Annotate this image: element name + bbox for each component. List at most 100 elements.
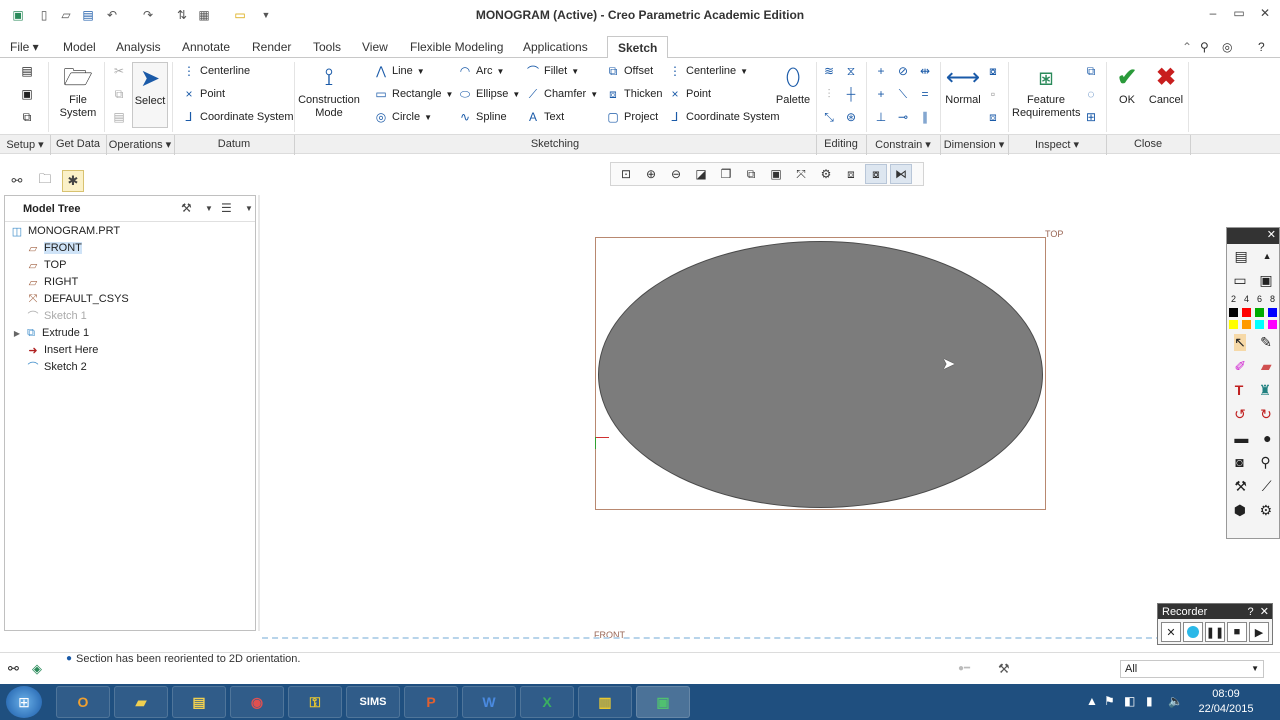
annotation-display-icon[interactable]: ⚙ xyxy=(815,164,837,184)
color-swatch[interactable] xyxy=(1268,319,1277,329)
outlook-taskbar-icon[interactable]: O xyxy=(56,686,110,718)
construction-mode-button[interactable]: ⟟ Construction Mode xyxy=(298,62,360,120)
recorder-pause-icon[interactable]: ❚❚ xyxy=(1205,622,1225,642)
tree-item-sketch-1[interactable]: ⌒ Sketch 1 xyxy=(25,308,87,324)
baseline-icon[interactable]: ⧈ xyxy=(986,110,1000,124)
whiteboard-icon[interactable]: ▬ xyxy=(1234,430,1248,446)
tangent-constraint-icon[interactable]: ⊘ xyxy=(896,64,910,78)
file-system-button[interactable]: 🗁 File System xyxy=(55,62,101,120)
tray-flag-icon[interactable]: ⚑ xyxy=(1104,694,1115,708)
parallel-constraint-icon[interactable]: ∥ xyxy=(918,110,932,124)
spline-button[interactable]: ∿ Spline xyxy=(458,110,507,124)
project-button[interactable]: ▢ Project xyxy=(606,110,658,124)
highlighter-icon[interactable]: ✐ xyxy=(1234,358,1246,375)
color-swatch[interactable] xyxy=(1255,319,1264,329)
modify-icon[interactable]: ≋ xyxy=(822,64,836,78)
text-button[interactable]: A Text xyxy=(526,110,564,124)
tab-render[interactable]: Render xyxy=(252,40,291,54)
perimeter-icon[interactable]: ⧇ xyxy=(986,64,1000,78)
tree-settings-icon[interactable]: ⚒ xyxy=(181,201,192,215)
delete-segment-icon[interactable]: ⧖ xyxy=(844,64,858,78)
ruler-icon[interactable]: ⟋ xyxy=(1262,478,1272,495)
display-style-icon[interactable]: ❒ xyxy=(715,164,737,184)
screen-icon[interactable]: ▭ xyxy=(1233,272,1246,289)
overlapping-geometry-icon[interactable]: ⧉ xyxy=(1084,64,1098,78)
sketch-view-icon[interactable]: ⧇ xyxy=(865,164,887,184)
datum-centerline-button[interactable]: ⋮ Centerline xyxy=(182,64,250,78)
gear-icon[interactable]: ⚙ xyxy=(1260,502,1273,519)
recorder-help-icon[interactable]: ? xyxy=(1247,606,1253,618)
explorer-taskbar-icon[interactable]: ▤ xyxy=(172,686,226,718)
tab-sketch[interactable]: Sketch xyxy=(607,36,669,59)
select-button[interactable]: ➤ Select xyxy=(132,62,168,128)
offset-button[interactable]: ⧉ Offset xyxy=(606,64,653,78)
redo-drawing-icon[interactable]: ↻ xyxy=(1260,406,1272,423)
tray-arrow-icon[interactable]: ▲ xyxy=(1086,694,1098,708)
zoom-in-icon[interactable]: ⊕ xyxy=(640,164,662,184)
palette-button[interactable]: ⬯ Palette xyxy=(774,62,812,107)
color-swatch[interactable] xyxy=(1242,319,1251,329)
sketch-point-button[interactable]: × Point xyxy=(668,87,711,101)
presenter-taskbar-icon[interactable]: ▥ xyxy=(578,686,632,718)
minimize-button[interactable]: – xyxy=(1204,6,1222,20)
group-operations[interactable]: Operations ▾ xyxy=(106,138,174,151)
undo-drawing-icon[interactable]: ↺ xyxy=(1234,406,1246,423)
text-tool-icon[interactable]: T xyxy=(1235,382,1244,398)
pen-width-4[interactable]: 4 xyxy=(1244,294,1249,304)
coincident-constraint-icon[interactable]: ⊸ xyxy=(896,110,910,124)
corner-icon[interactable]: ┼ xyxy=(844,87,858,101)
cut-icon[interactable]: ✂ xyxy=(112,64,126,78)
tree-item-extrude-1[interactable]: ▶ ⧉ Extrude 1 xyxy=(11,325,89,341)
favorites-tab-icon[interactable]: ✱ xyxy=(62,170,84,192)
selection-filter-icon[interactable]: ⚒ xyxy=(998,661,1010,677)
datum-display-icon[interactable]: ⤧ xyxy=(790,164,812,184)
arc-button[interactable]: ◠ Arc ▼ xyxy=(458,64,505,78)
equal-constraint-icon[interactable]: = xyxy=(918,87,932,101)
normal-dimension-button[interactable]: ⟷ Normal xyxy=(944,62,982,107)
group-setup[interactable]: Setup ▾ xyxy=(0,138,50,151)
sims-taskbar-button[interactable]: SIMS xyxy=(346,686,400,718)
navigator-toggle-icon[interactable]: ⚯ xyxy=(8,661,19,677)
sketch-display-icon[interactable]: ⧑ xyxy=(890,164,912,184)
refit-icon[interactable]: ⊡ xyxy=(615,164,637,184)
view-manager-icon[interactable]: ▣ xyxy=(765,164,787,184)
folder-taskbar-icon[interactable]: ▰ xyxy=(114,686,168,718)
word-taskbar-icon[interactable]: W xyxy=(462,686,516,718)
sketch-ellipse[interactable] xyxy=(598,241,1043,508)
lock-taskbar-icon[interactable]: ⚿ xyxy=(288,686,342,718)
recorder-record-icon[interactable] xyxy=(1183,622,1203,642)
ok-button[interactable]: ✔ OK xyxy=(1110,62,1144,107)
horizontal-constraint-icon[interactable]: + xyxy=(874,87,888,101)
datum-point-button[interactable]: × Point xyxy=(182,87,225,101)
bucket-icon[interactable]: ⬢ xyxy=(1234,502,1246,519)
tree-item-insert-here[interactable]: ➜ Insert Here xyxy=(25,342,98,358)
tree-settings-dropdown-icon[interactable]: ▼ xyxy=(205,204,213,213)
page-icon[interactable]: ▤ xyxy=(1234,248,1247,265)
tab-analysis[interactable]: Analysis xyxy=(116,40,161,54)
tab-view[interactable]: View xyxy=(362,40,388,54)
references-icon[interactable]: ⧉ xyxy=(20,110,34,124)
saved-orientations-icon[interactable]: ⧉ xyxy=(740,164,762,184)
spray-icon[interactable]: ♜ xyxy=(1259,382,1272,399)
folder-browser-tab-icon[interactable]: 🗀 xyxy=(34,170,56,192)
tab-model[interactable]: Model xyxy=(63,40,96,54)
highlight-open-ends-icon[interactable]: ⊞ xyxy=(1084,110,1098,124)
group-constrain[interactable]: Constrain ▾ xyxy=(866,138,940,151)
repaint-icon[interactable]: ◪ xyxy=(690,164,712,184)
color-swatch[interactable] xyxy=(1255,307,1264,317)
tree-columns-dropdown-icon[interactable]: ▼ xyxy=(245,204,253,213)
graphics-canvas[interactable]: TOP FRONT ➤ xyxy=(262,190,1272,640)
rotate-resize-icon[interactable]: ⊛ xyxy=(844,110,858,124)
maximize-button[interactable]: ▭ xyxy=(1230,6,1248,20)
feature-requirements-button[interactable]: ⧆ Feature Requirements xyxy=(1012,62,1080,120)
expand-icon[interactable]: ▶ xyxy=(11,329,23,338)
mirror-icon[interactable]: ⫶ xyxy=(822,87,836,101)
tools-icon[interactable]: ⚒ xyxy=(1234,478,1247,495)
thicken-button[interactable]: ⧈ Thicken xyxy=(606,87,662,101)
recorder-close-icon[interactable]: ✕ xyxy=(1260,606,1269,618)
excel-taskbar-icon[interactable]: X xyxy=(520,686,574,718)
tab-applications[interactable]: Applications xyxy=(523,40,588,54)
powerpoint-taskbar-icon[interactable]: P xyxy=(404,686,458,718)
recorder-cancel-icon[interactable]: ✕ xyxy=(1161,622,1181,642)
sketch-coordinate-system-button[interactable]: ⅃ Coordinate System xyxy=(668,110,780,124)
